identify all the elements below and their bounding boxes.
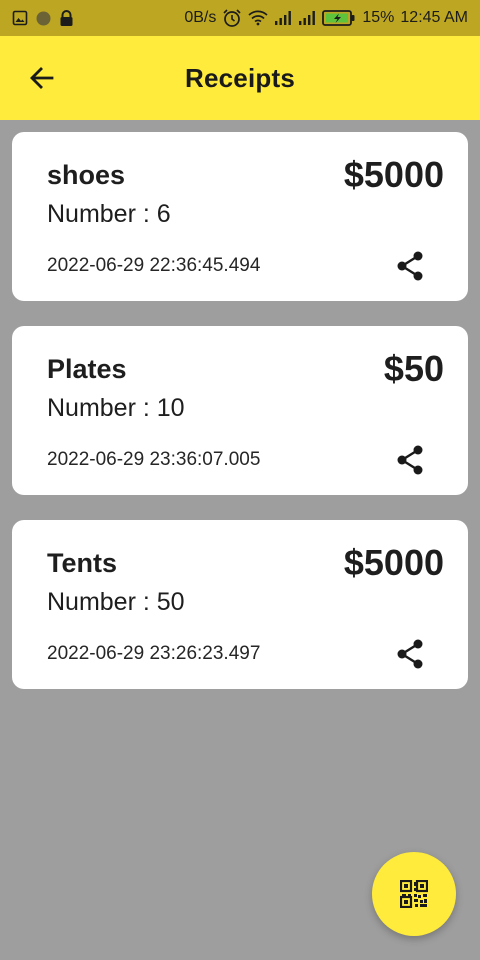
receipt-date: 2022-06-29 22:36:45.494 <box>47 255 261 276</box>
wifi-icon <box>248 10 268 26</box>
receipt-name: Plates <box>47 354 127 384</box>
battery-percent: 15% <box>362 9 395 26</box>
share-button[interactable] <box>392 636 428 672</box>
scan-qr-button[interactable] <box>372 852 456 936</box>
receipt-number: Number : 50 <box>47 588 185 616</box>
share-icon <box>395 638 425 670</box>
clock: 12:45 AM <box>400 9 468 26</box>
status-bar: 0B/s 15% 12:45 AM <box>0 0 480 36</box>
receipt-date: 2022-06-29 23:26:23.497 <box>47 643 261 664</box>
receipt-date: 2022-06-29 23:36:07.005 <box>47 449 261 470</box>
share-icon <box>395 250 425 282</box>
receipts-list: shoes $5000 Number : 6 2022-06-29 22:36:… <box>12 132 468 714</box>
status-left <box>12 9 74 27</box>
receipt-number: Number : 6 <box>47 200 171 228</box>
signal-icon <box>274 10 292 26</box>
back-button[interactable] <box>22 58 62 98</box>
share-icon <box>395 444 425 476</box>
image-icon <box>12 10 28 26</box>
signal-icon <box>298 10 316 26</box>
receipt-number: Number : 10 <box>47 394 185 422</box>
share-button[interactable] <box>392 248 428 284</box>
receipt-price: $5000 <box>343 542 444 583</box>
receipt-card[interactable]: Plates $50 Number : 10 2022-06-29 23:36:… <box>12 326 468 495</box>
alarm-icon <box>222 8 242 28</box>
network-speed: 0B/s <box>184 9 217 26</box>
circle-icon <box>35 10 52 27</box>
qr-code-icon <box>400 880 428 908</box>
share-button[interactable] <box>392 442 428 478</box>
page-title: Receipts <box>185 62 295 93</box>
status-right: 0B/s 15% 12:45 AM <box>184 8 468 28</box>
battery-charging-icon <box>322 9 356 27</box>
receipt-name: shoes <box>47 160 126 190</box>
receipt-card[interactable]: Tents $5000 Number : 50 2022-06-29 23:26… <box>12 520 468 689</box>
receipt-price: $50 <box>383 348 444 389</box>
arrow-left-icon <box>28 64 56 92</box>
receipt-price: $5000 <box>343 154 444 195</box>
receipt-card[interactable]: shoes $5000 Number : 6 2022-06-29 22:36:… <box>12 132 468 301</box>
app-bar: Receipts <box>0 36 480 120</box>
receipt-name: Tents <box>47 548 118 578</box>
lock-icon <box>59 9 74 27</box>
